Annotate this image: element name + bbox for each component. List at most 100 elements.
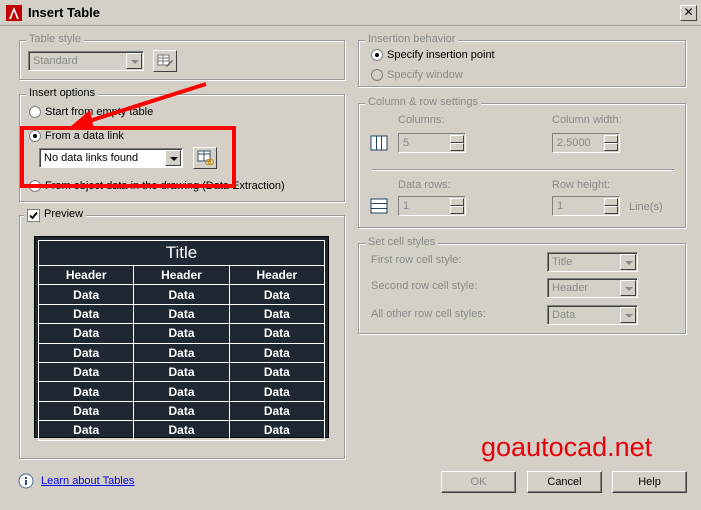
preview-data-cell: Data xyxy=(228,400,326,422)
insertion-behavior-group-label: Insertion behavior xyxy=(365,33,459,45)
columns-icon xyxy=(370,135,388,151)
empty-table-radio[interactable] xyxy=(29,106,41,118)
preview-data-cell: Data xyxy=(133,342,230,363)
table-row: Data Data Data xyxy=(37,342,326,363)
specify-window-radio[interactable] xyxy=(371,69,383,81)
chevron-down-icon xyxy=(620,307,636,323)
spin-up-icon[interactable] xyxy=(604,198,618,206)
second-row-style-value: Header xyxy=(552,282,589,294)
preview-checkbox[interactable] xyxy=(27,209,40,222)
close-icon: ✕ xyxy=(683,5,694,19)
insertion-point-radio[interactable] xyxy=(371,49,383,61)
columns-spinner[interactable]: 5 xyxy=(398,133,466,153)
spin-down-icon[interactable] xyxy=(604,206,618,214)
row-height-value: 1 xyxy=(557,200,564,212)
row-height-label: Row height: xyxy=(552,179,611,191)
preview-header-cell: Header xyxy=(228,264,326,286)
spin-up-icon[interactable] xyxy=(604,135,618,143)
preview-data-cell: Data xyxy=(37,303,135,325)
preview-data-cell: Data xyxy=(133,381,230,402)
spin-down-icon[interactable] xyxy=(450,206,464,214)
data-rows-spinner[interactable]: 1 xyxy=(398,196,466,216)
preview-data-cell: Data xyxy=(133,323,230,344)
divider xyxy=(372,169,674,171)
chevron-down-icon xyxy=(620,254,636,270)
preview-data-cell: Data xyxy=(37,323,135,344)
autocad-app-icon xyxy=(6,5,22,21)
other-rows-style-value: Data xyxy=(552,309,576,321)
chevron-down-icon xyxy=(126,53,142,69)
spin-up-icon[interactable] xyxy=(450,135,464,143)
column-width-label: Column width: xyxy=(552,114,622,126)
close-button[interactable]: ✕ xyxy=(680,5,697,21)
specify-window-label: Specify window xyxy=(387,69,463,81)
preview-header-cell: Header xyxy=(133,264,230,286)
preview-data-cell: Data xyxy=(133,303,230,325)
rows-icon xyxy=(370,198,388,214)
preview-data-cell: Data xyxy=(228,381,326,402)
preview-data-cell: Data xyxy=(37,361,135,383)
spin-up-icon[interactable] xyxy=(450,198,464,206)
second-row-style-label: Second row cell style: xyxy=(371,280,478,292)
table-row: Data Data Data xyxy=(37,303,326,325)
column-width-value: 2.5000 xyxy=(557,137,591,149)
table-row: Data Data Data xyxy=(37,361,326,383)
first-row-style-label: First row cell style: xyxy=(371,254,462,266)
first-row-style-dropdown[interactable]: Title xyxy=(547,252,638,272)
spin-down-icon[interactable] xyxy=(604,143,618,151)
annotation-arrow-icon xyxy=(70,82,207,130)
table-style-group-label: Table style xyxy=(26,33,84,45)
table-row: Data Data Data xyxy=(37,381,326,402)
help-button[interactable]: Help xyxy=(612,471,687,493)
insertion-point-label: Specify insertion point xyxy=(387,49,495,61)
preview-data-cell: Data xyxy=(228,323,326,344)
preview-data-cell: Data xyxy=(37,284,135,305)
preview-data-cell: Data xyxy=(133,284,230,305)
preview-data-cell: Data xyxy=(133,420,230,441)
ok-button[interactable]: OK xyxy=(441,471,516,493)
column-width-spinner[interactable]: 2.5000 xyxy=(552,133,620,153)
table-row: Data Data Data xyxy=(37,284,326,305)
other-rows-style-dropdown[interactable]: Data xyxy=(547,305,638,325)
info-icon xyxy=(18,473,34,489)
preview-data-cell: Data xyxy=(228,342,326,363)
preview-data-cell: Data xyxy=(228,361,326,383)
preview-data-cell: Data xyxy=(37,400,135,422)
cancel-button[interactable]: Cancel xyxy=(527,471,602,493)
preview-data-cell: Data xyxy=(37,342,135,363)
cell-styles-group-label: Set cell styles xyxy=(365,236,439,248)
table-row: Data Data Data xyxy=(37,420,326,441)
preview-header-cell: Header xyxy=(37,264,135,286)
table-style-edit-icon xyxy=(157,54,173,67)
second-row-style-dropdown[interactable]: Header xyxy=(547,278,638,298)
learn-about-tables-link[interactable]: Learn about Tables xyxy=(41,475,134,487)
row-height-spinner[interactable]: 1 xyxy=(552,196,620,216)
table-row: Data Data Data xyxy=(37,323,326,344)
table-row: Data Data Data xyxy=(37,400,326,422)
preview-data-cell: Data xyxy=(228,420,326,441)
chevron-down-icon xyxy=(620,280,636,296)
preview-title: Title xyxy=(38,240,325,266)
watermark: goautocad.net xyxy=(481,432,653,462)
data-rows-value: 1 xyxy=(403,200,410,212)
data-rows-label: Data rows: xyxy=(398,179,451,191)
title-bar: Insert Table ✕ xyxy=(0,0,701,26)
spin-down-icon[interactable] xyxy=(450,143,464,151)
preview-data-cell: Data xyxy=(37,381,135,402)
preview-grid: Title Header Header Header Data Data Dat… xyxy=(37,240,326,441)
row-height-unit: Line(s) xyxy=(629,201,663,213)
table-style-dropdown[interactable]: Standard xyxy=(28,51,144,71)
preview-data-cell: Data xyxy=(228,284,326,305)
first-row-style-value: Title xyxy=(552,256,573,268)
preview-data-cell: Data xyxy=(133,400,230,422)
checkmark-icon xyxy=(29,211,38,220)
table-style-dialog-button[interactable] xyxy=(153,50,177,72)
column-row-group-label: Column & row settings xyxy=(365,96,482,108)
preview-data-cell: Data xyxy=(228,303,326,325)
other-rows-style-label: All other row cell styles: xyxy=(371,308,486,320)
preview-data-cell: Data xyxy=(133,361,230,383)
window-title: Insert Table xyxy=(28,5,101,20)
columns-value: 5 xyxy=(403,137,410,149)
table-style-value: Standard xyxy=(33,55,78,67)
columns-label: Columns: xyxy=(398,114,445,126)
